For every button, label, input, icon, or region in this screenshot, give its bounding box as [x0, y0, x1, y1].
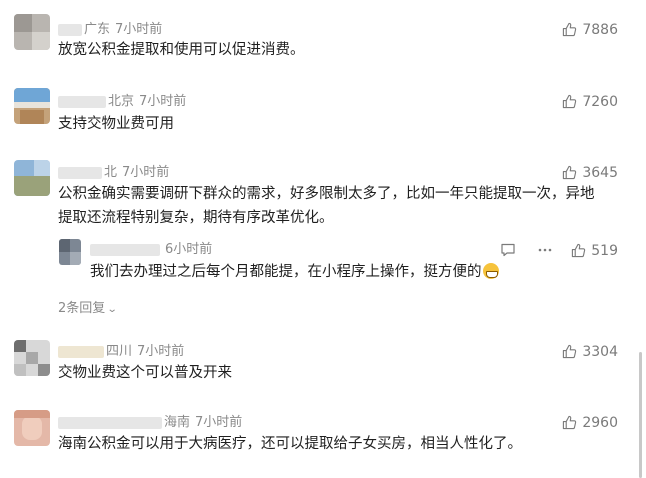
more-dots-icon: [538, 248, 552, 252]
timestamp: 7小时前: [139, 94, 187, 109]
reply-meta: 6小时前: [90, 241, 212, 259]
thumbs-up-icon: [563, 344, 577, 359]
timestamp: 6小时前: [165, 242, 213, 257]
comment-meta: 北京 7小时前: [58, 93, 186, 111]
avatar[interactable]: [14, 14, 50, 50]
comment-text-line: 公积金确实需要调研下群众的需求，好多限制太多了，比如一年只能提取一次，异地: [58, 186, 595, 202]
comment-text: 公积金确实需要调研下群众的需求，好多限制太多了，比如一年只能提取一次，异地 提取…: [58, 182, 595, 230]
like-button[interactable]: 7886: [562, 21, 618, 39]
like-count: 519: [591, 243, 618, 259]
like-button[interactable]: 3304: [562, 343, 618, 361]
timestamp: 7小时前: [115, 22, 163, 37]
like-button[interactable]: 519: [571, 242, 618, 260]
reply-avatar[interactable]: [59, 239, 81, 265]
like-button[interactable]: 2960: [562, 414, 618, 432]
comment-text: 海南公积金可以用于大病医疗，还可以提取给子女买房，相当人性化了。: [58, 436, 522, 452]
avatar[interactable]: [14, 160, 50, 196]
avatar[interactable]: [14, 340, 50, 376]
comment-text: 放宽公积金提取和使用可以促进消费。: [58, 42, 305, 58]
replies-count: 2条回复: [58, 301, 106, 316]
grinning-emoji-icon: [482, 263, 499, 279]
reply-text-body: 我们去办理过之后每个月都能提，在小程序上操作，挺方便的: [90, 264, 482, 280]
thumbs-up-icon: [563, 415, 577, 430]
thumbs-up-icon: [572, 243, 586, 258]
comment-text: 交物业费这个可以普及开来: [58, 365, 232, 381]
comment-icon: [501, 243, 515, 257]
like-button[interactable]: 7260: [562, 93, 618, 111]
comment-meta: 四川 7小时前: [58, 343, 184, 361]
location: 广东: [84, 22, 111, 37]
more-button[interactable]: [537, 242, 553, 262]
scrollbar[interactable]: [639, 352, 642, 478]
avatar[interactable]: [14, 88, 50, 124]
comment-meta: 海南 7小时前: [58, 414, 242, 432]
location: 四川: [106, 344, 133, 359]
avatar[interactable]: [14, 410, 50, 446]
comment-text: 支持交物业费可用: [58, 116, 174, 132]
comment-meta: 北 7小时前: [58, 164, 169, 182]
thumbs-up-icon: [563, 165, 577, 180]
like-count: 2960: [582, 415, 618, 431]
timestamp: 7小时前: [122, 165, 170, 180]
reply-text: 我们去办理过之后每个月都能提，在小程序上操作，挺方便的: [90, 260, 499, 284]
location: 北: [104, 165, 118, 180]
replies-toggle[interactable]: 2条回复 ⌄: [58, 297, 118, 316]
like-button[interactable]: 3645: [562, 164, 618, 182]
like-count: 3645: [582, 165, 618, 181]
chevron-down-icon: ⌄: [107, 304, 118, 315]
location: 北京: [108, 94, 135, 109]
thumbs-up-icon: [563, 22, 577, 37]
like-count: 7886: [582, 22, 618, 38]
thumbs-up-icon: [563, 94, 577, 109]
like-count: 3304: [582, 344, 618, 360]
like-count: 7260: [582, 94, 618, 110]
comment-meta: 广东 7小时前: [58, 21, 162, 39]
reply-comment-button[interactable]: [500, 242, 516, 262]
timestamp: 7小时前: [195, 415, 243, 430]
location: 海南: [164, 415, 191, 430]
comment-text-line: 提取还流程特别复杂，期待有序改革优化。: [58, 210, 334, 226]
timestamp: 7小时前: [137, 344, 185, 359]
